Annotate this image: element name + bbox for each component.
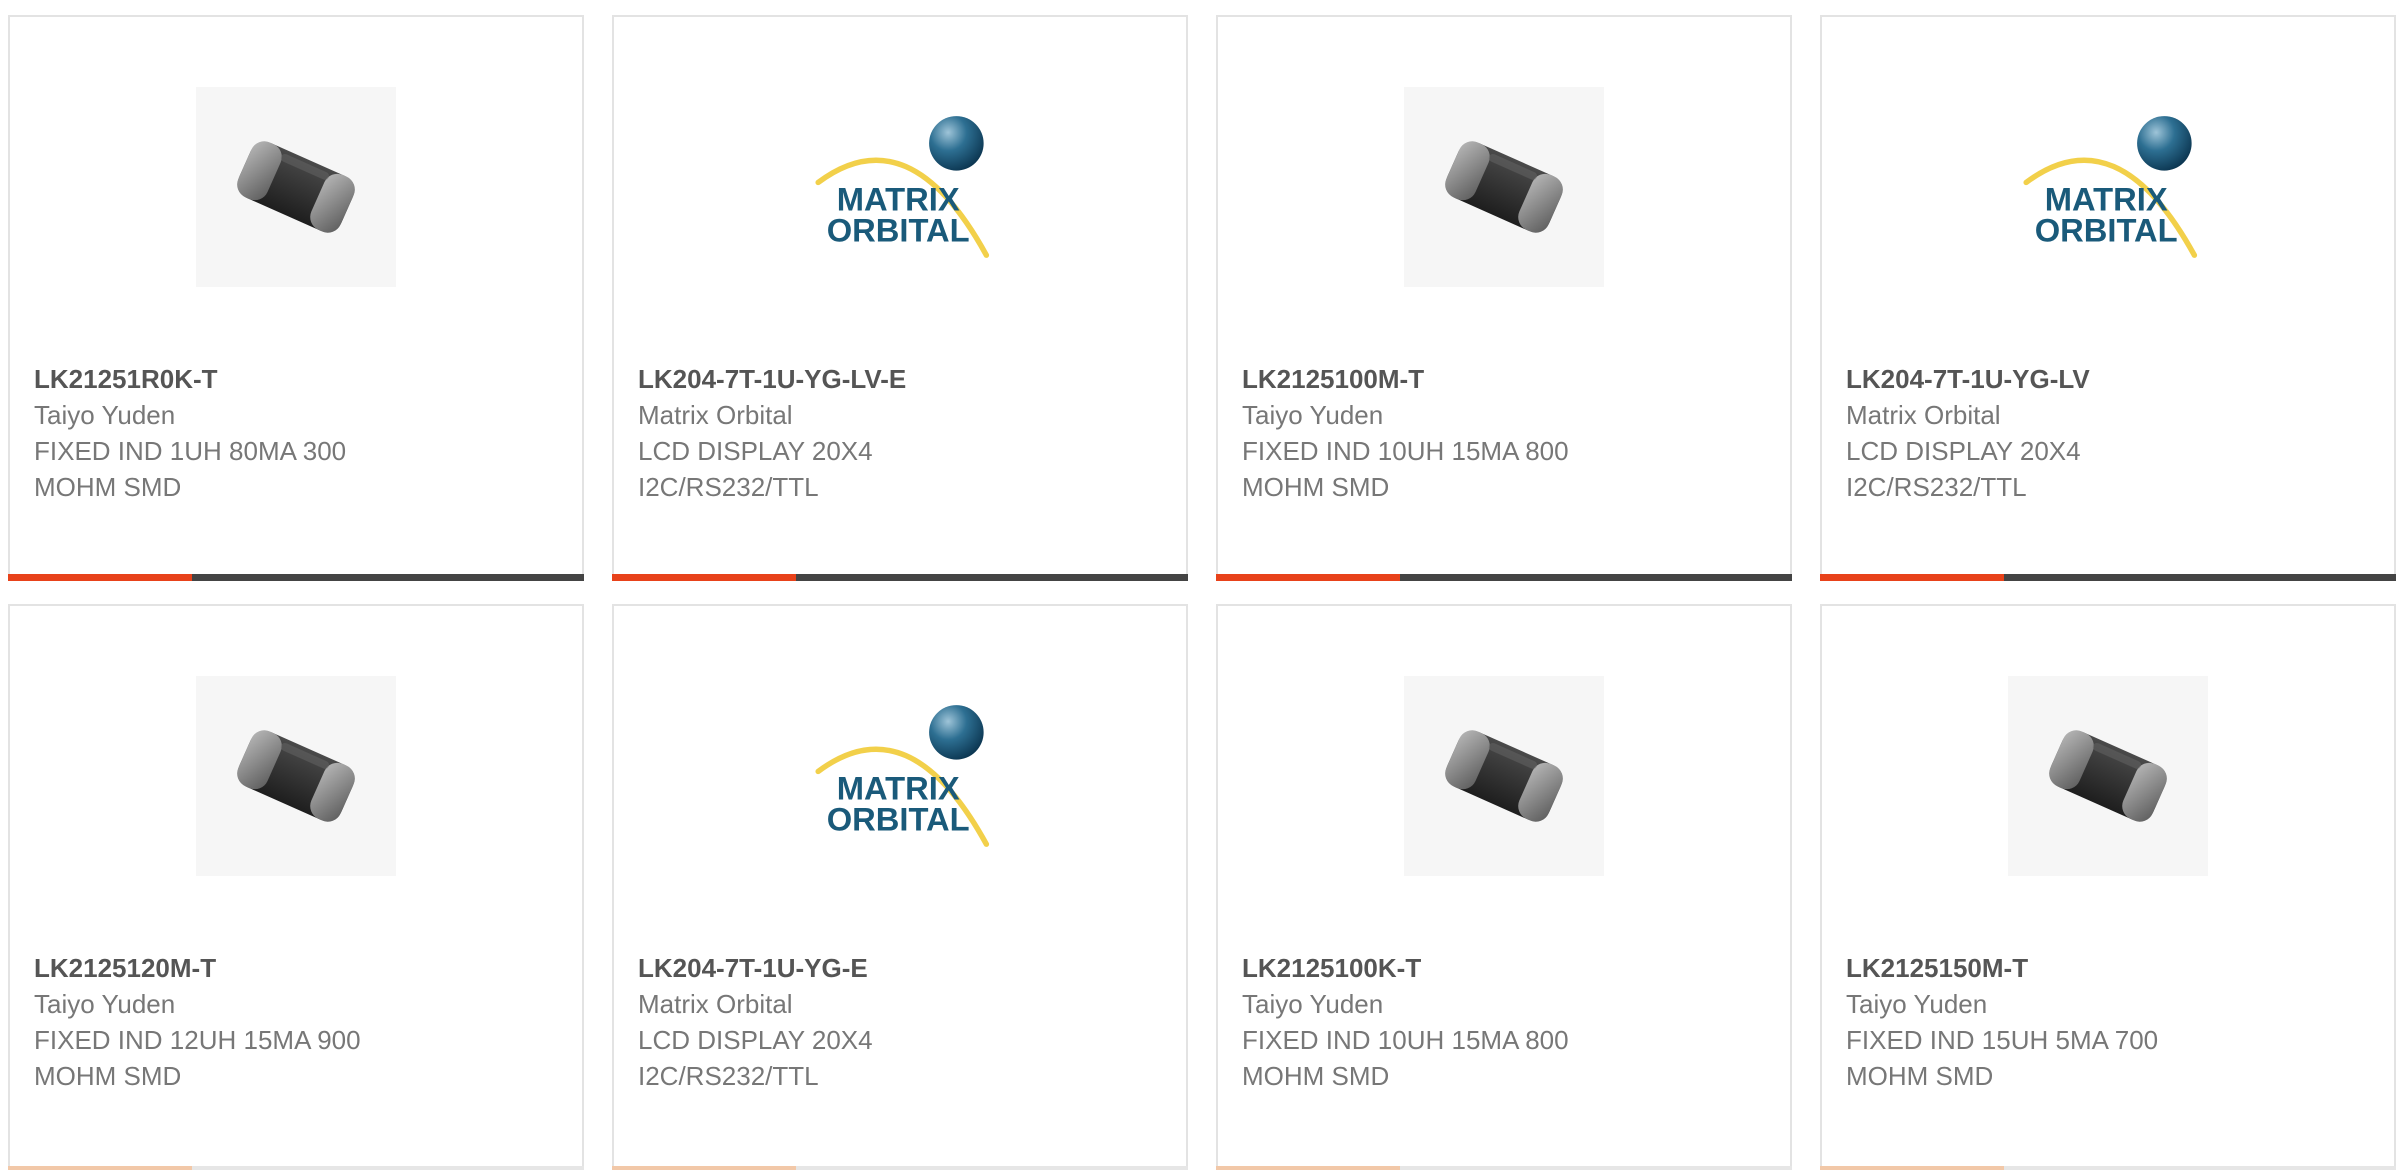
description: LCD DISPLAY 20X4 I2C/RS232/TTL: [638, 1025, 873, 1091]
product-card[interactable]: LK21251R0K-T Taiyo Yuden FIXED IND 1UH 8…: [8, 15, 584, 581]
description: FIXED IND 1UH 80MA 300 MOHM SMD: [34, 436, 347, 502]
product-image[interactable]: [196, 87, 396, 287]
product-card[interactable]: MATRIX ORBITAL LK204-7T-1U-YG-E Matrix O…: [612, 604, 1188, 1170]
product-card[interactable]: LK2125120M-T Taiyo Yuden FIXED IND 12UH …: [8, 604, 584, 1170]
product-card[interactable]: LK2125150M-T Taiyo Yuden FIXED IND 15UH …: [1820, 604, 2396, 1170]
manufacturer: Matrix Orbital: [638, 400, 793, 430]
product-grid: LK21251R0K-T Taiyo Yuden FIXED IND 1UH 8…: [0, 0, 2400, 1170]
manufacturer: Matrix Orbital: [1846, 400, 2001, 430]
part-number[interactable]: LK21251R0K-T: [34, 361, 562, 397]
card-bottom-bar: [612, 574, 1188, 581]
product-image[interactable]: [196, 676, 396, 876]
product-text: LK204-7T-1U-YG-LV Matrix Orbital LCD DIS…: [1846, 361, 2374, 505]
card-bottom-bar: [1820, 574, 2396, 581]
card-accent-bar: [8, 574, 192, 581]
product-image[interactable]: [1404, 87, 1604, 287]
product-text: LK2125100K-T Taiyo Yuden FIXED IND 10UH …: [1242, 950, 1770, 1094]
product-image[interactable]: MATRIX ORBITAL: [800, 676, 1000, 876]
part-number[interactable]: LK204-7T-1U-YG-LV: [1846, 361, 2374, 397]
card-bottom-bar: [1216, 574, 1792, 581]
matrix-orbital-logo: MATRIX ORBITAL: [2023, 116, 2198, 258]
product-image[interactable]: [1404, 676, 1604, 876]
description: LCD DISPLAY 20X4 I2C/RS232/TTL: [1846, 436, 2081, 502]
product-image[interactable]: [2008, 676, 2208, 876]
manufacturer: Taiyo Yuden: [1846, 989, 1988, 1019]
manufacturer: Taiyo Yuden: [1242, 400, 1384, 430]
part-number[interactable]: LK204-7T-1U-YG-E: [638, 950, 1166, 986]
product-text: LK2125100M-T Taiyo Yuden FIXED IND 10UH …: [1242, 361, 1770, 505]
product-card[interactable]: MATRIX ORBITAL LK204-7T-1U-YG-LV-E Matri…: [612, 15, 1188, 581]
smd-inductor-icon: [237, 141, 355, 233]
card-bottom-bar: [8, 574, 584, 581]
product-card[interactable]: LK2125100K-T Taiyo Yuden FIXED IND 10UH …: [1216, 604, 1792, 1170]
manufacturer: Taiyo Yuden: [1242, 989, 1384, 1019]
product-text: LK2125150M-T Taiyo Yuden FIXED IND 15UH …: [1846, 950, 2374, 1094]
smd-inductor-icon: [1445, 730, 1563, 822]
description: FIXED IND 10UH 15MA 800 MOHM SMD: [1242, 1025, 1569, 1091]
card-accent-bar: [1820, 574, 2004, 581]
manufacturer: Matrix Orbital: [638, 989, 793, 1019]
product-image[interactable]: MATRIX ORBITAL: [2008, 87, 2208, 287]
product-card[interactable]: MATRIX ORBITAL LK204-7T-1U-YG-LV Matrix …: [1820, 15, 2396, 581]
card-accent-bar: [612, 574, 796, 581]
manufacturer: Taiyo Yuden: [34, 400, 176, 430]
card-accent-bar: [1216, 574, 1400, 581]
product-card[interactable]: LK2125100M-T Taiyo Yuden FIXED IND 10UH …: [1216, 15, 1792, 581]
part-number[interactable]: LK2125120M-T: [34, 950, 562, 986]
product-image[interactable]: MATRIX ORBITAL: [800, 87, 1000, 287]
description: FIXED IND 10UH 15MA 800 MOHM SMD: [1242, 436, 1569, 502]
part-number[interactable]: LK2125150M-T: [1846, 950, 2374, 986]
description: LCD DISPLAY 20X4 I2C/RS232/TTL: [638, 436, 873, 502]
logo-text-line2: ORBITAL: [827, 212, 970, 249]
smd-inductor-icon: [2049, 730, 2167, 822]
matrix-orbital-logo: MATRIX ORBITAL: [815, 116, 990, 258]
part-number[interactable]: LK2125100M-T: [1242, 361, 1770, 397]
smd-inductor-icon: [237, 730, 355, 822]
product-text: LK204-7T-1U-YG-E Matrix Orbital LCD DISP…: [638, 950, 1166, 1094]
logo-text-line2: ORBITAL: [2035, 212, 2178, 249]
part-number[interactable]: LK204-7T-1U-YG-LV-E: [638, 361, 1166, 397]
smd-inductor-icon: [1445, 141, 1563, 233]
description: FIXED IND 12UH 15MA 900 MOHM SMD: [34, 1025, 361, 1091]
logo-text-line2: ORBITAL: [827, 801, 970, 838]
product-text: LK204-7T-1U-YG-LV-E Matrix Orbital LCD D…: [638, 361, 1166, 505]
product-text: LK21251R0K-T Taiyo Yuden FIXED IND 1UH 8…: [34, 361, 562, 505]
part-number[interactable]: LK2125100K-T: [1242, 950, 1770, 986]
matrix-orbital-logo: MATRIX ORBITAL: [815, 705, 990, 847]
product-text: LK2125120M-T Taiyo Yuden FIXED IND 12UH …: [34, 950, 562, 1094]
description: FIXED IND 15UH 5MA 700 MOHM SMD: [1846, 1025, 2159, 1091]
manufacturer: Taiyo Yuden: [34, 989, 176, 1019]
